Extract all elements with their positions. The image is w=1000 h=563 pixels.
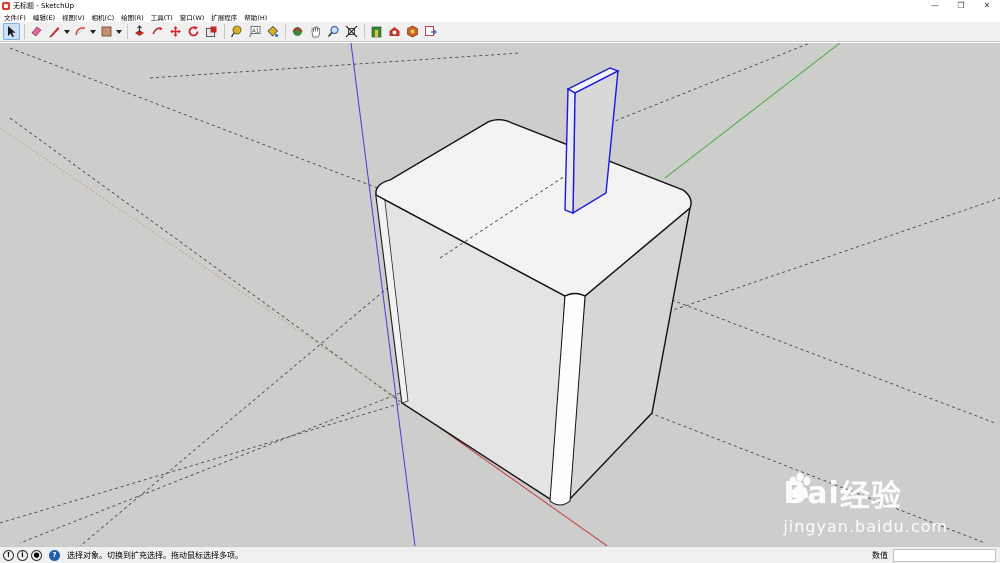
- modeling-viewport[interactable]: Bai 经验 jingyan.baidu.com: [0, 43, 1000, 546]
- orbit-icon: [291, 25, 304, 38]
- window-controls: — ❐ ✕: [922, 0, 1000, 11]
- extension-warehouse-button[interactable]: [386, 23, 403, 40]
- pencil-line-icon: [48, 25, 61, 38]
- pan-tool-button[interactable]: [307, 23, 324, 40]
- arc-icon: [74, 25, 87, 38]
- line-tool-button[interactable]: [46, 23, 63, 40]
- main-toolbar: A1: [0, 22, 1000, 42]
- rotate-tool-button[interactable]: [185, 23, 202, 40]
- menu-extensions[interactable]: 扩展程序: [211, 12, 237, 22]
- warehouse-icon: [370, 25, 383, 38]
- menu-window[interactable]: 窗口(W): [180, 12, 205, 22]
- push-pull-tool-button[interactable]: [131, 23, 148, 40]
- account-icon[interactable]: ●: [31, 550, 42, 561]
- menu-file[interactable]: 文件(F): [4, 12, 26, 22]
- status-message: 选择对象。切换到扩充选择。拖动鼠标选择多项。: [67, 550, 243, 561]
- menu-view[interactable]: 视图(V): [62, 12, 85, 22]
- move-tool-button[interactable]: [167, 23, 184, 40]
- measurements-input[interactable]: [893, 549, 996, 562]
- eraser-icon: [30, 25, 43, 38]
- orbit-tool-button[interactable]: [289, 23, 306, 40]
- restore-button[interactable]: ❐: [948, 0, 974, 11]
- text-label-icon: A1: [248, 25, 261, 38]
- tape-measure-tool-button[interactable]: [228, 23, 245, 40]
- toolbar-separator: [364, 24, 365, 39]
- rectangle-tool-button[interactable]: [98, 23, 115, 40]
- green-axis: [665, 43, 840, 178]
- rotate-icon: [187, 25, 200, 38]
- close-button[interactable]: ✕: [974, 0, 1000, 11]
- follow-me-icon: [151, 25, 164, 38]
- baidu-paw-icon: [784, 471, 816, 503]
- arc-tool-button[interactable]: [72, 23, 89, 40]
- rectangle-icon: [100, 25, 113, 38]
- menu-bar: 文件(F) 编辑(E) 视图(V) 相机(C) 绘图(R) 工具(T) 窗口(W…: [0, 11, 1000, 22]
- shape-tools-dropdown[interactable]: [116, 23, 122, 40]
- status-bar: ! i ● ? 选择对象。切换到扩充选择。拖动鼠标选择多项。 数值: [0, 546, 1000, 563]
- zoom-magnifier-icon: [327, 25, 340, 38]
- tape-measure-icon: [230, 25, 243, 38]
- watermark-brand-right: 经验: [840, 471, 902, 515]
- menu-camera[interactable]: 相机(C): [92, 12, 115, 22]
- toolbar-separator: [224, 24, 225, 39]
- toolbar-separator: [127, 24, 128, 39]
- window-title: 无标题 - SketchUp: [13, 1, 74, 11]
- select-tool-button[interactable]: [3, 23, 20, 40]
- scale-icon: [205, 25, 218, 38]
- geolocation-icon[interactable]: !: [3, 550, 14, 561]
- menu-draw[interactable]: 绘图(R): [121, 12, 144, 22]
- sketchup-logo-icon: [2, 2, 10, 10]
- paint-bucket-icon: [266, 25, 279, 38]
- credits-icon[interactable]: i: [17, 550, 28, 561]
- send-to-layout-button[interactable]: [422, 23, 439, 40]
- toolbar-separator: [285, 24, 286, 39]
- measurements-label: 数值: [872, 550, 888, 561]
- toolbar-separator: [24, 24, 25, 39]
- 3d-warehouse-button[interactable]: [368, 23, 385, 40]
- pan-hand-icon: [309, 25, 322, 38]
- extension-warehouse-icon: [388, 25, 401, 38]
- minimize-button[interactable]: —: [922, 0, 948, 11]
- arc-tools-dropdown[interactable]: [90, 23, 96, 40]
- menu-tools[interactable]: 工具(T): [151, 12, 173, 22]
- zoom-extents-tool-button[interactable]: [343, 23, 360, 40]
- watermark-url: jingyan.baidu.com: [783, 517, 948, 536]
- text-tool-button[interactable]: A1: [246, 23, 263, 40]
- instructor-help-icon[interactable]: ?: [49, 550, 60, 561]
- components-button[interactable]: [404, 23, 421, 40]
- red-axis-negative: [0, 128, 402, 401]
- move-icon: [169, 25, 182, 38]
- baidu-jingyan-watermark: Bai 经验 jingyan.baidu.com: [783, 471, 948, 536]
- zoom-extents-icon: [345, 25, 358, 38]
- title-bar: 无标题 - SketchUp — ❐ ✕: [0, 0, 1000, 11]
- paint-bucket-tool-button[interactable]: [264, 23, 281, 40]
- menu-help[interactable]: 帮助(H): [244, 12, 267, 22]
- svg-text:A1: A1: [252, 28, 259, 34]
- components-icon: [406, 25, 419, 38]
- select-arrow-icon: [5, 25, 18, 38]
- scale-tool-button[interactable]: [203, 23, 220, 40]
- menu-edit[interactable]: 编辑(E): [33, 12, 55, 22]
- push-pull-icon: [133, 25, 146, 38]
- follow-me-tool-button[interactable]: [149, 23, 166, 40]
- eraser-tool-button[interactable]: [28, 23, 45, 40]
- line-tools-dropdown[interactable]: [64, 23, 70, 40]
- zoom-tool-button[interactable]: [325, 23, 342, 40]
- send-to-layout-icon: [424, 25, 437, 38]
